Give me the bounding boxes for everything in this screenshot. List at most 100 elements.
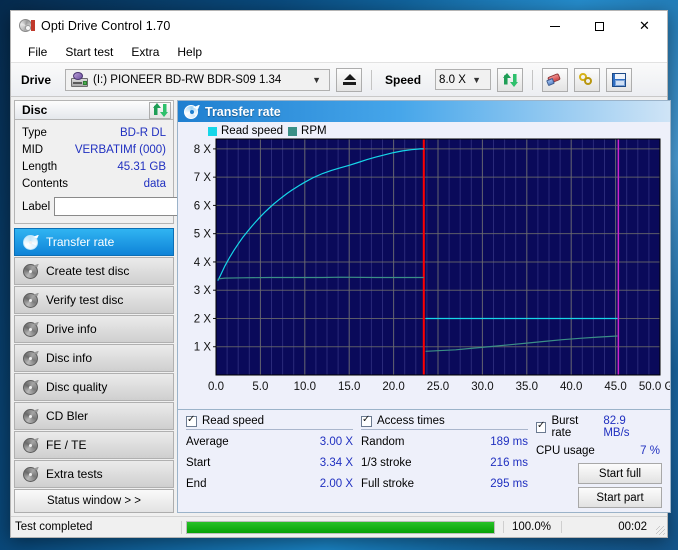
svg-text:30.0: 30.0	[471, 381, 493, 393]
resize-grip[interactable]	[653, 517, 667, 537]
stat-full-stroke-label: Full stroke	[361, 478, 415, 490]
stat-start: Start 3.34 X	[186, 453, 361, 474]
disc-panel-title: Disc	[22, 103, 48, 117]
sidebar-item-fe-te[interactable]: FE / TE	[14, 431, 174, 459]
menu-item-help[interactable]: Help	[168, 43, 211, 61]
speed-label: Speed	[385, 72, 422, 87]
svg-text:3 X: 3 X	[194, 285, 212, 297]
stat-end-label: End	[186, 478, 207, 490]
save-icon	[612, 72, 627, 87]
progress-bar	[186, 520, 495, 534]
disc-icon	[23, 263, 39, 279]
chevron-down-icon: ▼	[312, 74, 322, 85]
minimize-button[interactable]	[532, 11, 577, 41]
stat-start-label: Start	[186, 457, 211, 469]
read-speed-checkbox[interactable]	[186, 414, 197, 427]
legend-swatch-rpm	[288, 126, 298, 136]
read-speed-checkbox-label: Read speed	[202, 415, 265, 427]
svg-text:15.0: 15.0	[338, 381, 360, 393]
access-times-checkbox-row[interactable]: Access times	[361, 414, 528, 430]
access-times-column: Access times Random 189 ms 1/3 stroke 21…	[361, 414, 536, 508]
read-speed-checkbox-row[interactable]: Read speed	[186, 414, 353, 430]
stat-third-stroke: 1/3 stroke 216 ms	[361, 453, 536, 474]
statistics-panel: Read speed Average 3.00 X Start 3.34 X E…	[178, 409, 670, 512]
erase-icon	[546, 72, 563, 87]
sidebar-item-label: Transfer rate	[46, 235, 115, 249]
stat-cpu-usage: CPU usage 7 %	[536, 441, 662, 462]
chevron-down-icon: ▼	[472, 74, 482, 85]
close-button[interactable]: ✕	[622, 11, 667, 41]
access-times-checkbox[interactable]	[361, 414, 372, 427]
burst-rate-checkbox-row[interactable]: Burst rate 82.9 MB/s	[536, 415, 654, 441]
refresh-drive-button[interactable]	[497, 67, 524, 92]
chain-icon	[579, 72, 595, 87]
menu-item-start-test[interactable]: Start test	[56, 43, 122, 61]
disc-mid-label: MID	[22, 144, 44, 156]
burst-rate-value: 82.9 MB/s	[603, 415, 630, 439]
window-title: Opti Drive Control 1.70	[41, 19, 171, 33]
sidebar-item-create-test-disc[interactable]: Create test disc	[14, 257, 174, 285]
refresh-icon	[502, 72, 518, 87]
sidebar-item-extra-tests[interactable]: Extra tests	[14, 460, 174, 488]
sidebar-item-transfer-rate[interactable]: Transfer rate	[14, 228, 174, 256]
svg-text:1 X: 1 X	[194, 342, 212, 354]
svg-text:35.0: 35.0	[516, 381, 538, 393]
sidebar-item-cd-bler[interactable]: CD Bler	[14, 402, 174, 430]
speed-select-value: 8.0 X	[439, 73, 466, 86]
svg-text:5 X: 5 X	[194, 229, 212, 241]
disc-contents-label: Contents	[22, 178, 69, 190]
eject-button[interactable]	[336, 67, 363, 92]
speed-select[interactable]: 8.0 X ▼	[435, 69, 492, 90]
toolbar: Drive (I:) PIONEER BD-RW BDR-S09 1.34 ▼ …	[11, 63, 667, 97]
disc-type-label: Type	[22, 127, 47, 139]
application-window: Opti Drive Control 1.70 ✕ File Start tes…	[10, 10, 671, 538]
disc-icon	[23, 437, 39, 453]
svg-text:45.0: 45.0	[604, 381, 626, 393]
svg-text:0.0: 0.0	[208, 381, 224, 393]
disc-row-type: Type BD-R DL	[22, 125, 166, 142]
maximize-button[interactable]	[577, 11, 622, 41]
burst-rate-column: Burst rate 82.9 MB/s CPU usage 7 % Start…	[536, 415, 662, 508]
erase-disc-button[interactable]	[542, 67, 569, 92]
chart-legend: Read speed RPM	[208, 125, 327, 137]
access-times-checkbox-label: Access times	[377, 415, 445, 427]
disc-icon	[23, 292, 39, 308]
menu-bar: File Start test Extra Help	[11, 41, 667, 63]
legend-rpm: RPM	[288, 125, 327, 137]
sidebar-item-label: Drive info	[46, 322, 97, 336]
sidebar-item-verify-test-disc[interactable]: Verify test disc	[14, 286, 174, 314]
sidebar-item-disc-info[interactable]: Disc info	[14, 344, 174, 372]
panel-header: Transfer rate	[178, 101, 670, 122]
start-part-button[interactable]: Start part	[578, 487, 662, 508]
transfer-rate-chart: Read speed RPM 1 X 2 X 3 X 4 X 5 X 6 X 7 X 8 X 0…	[178, 122, 670, 409]
stat-random-value: 189 ms	[490, 436, 528, 448]
sidebar: Disc Type BD-R DL MID VERBATIMf (000) Le…	[14, 100, 258, 513]
disc-refresh-button[interactable]	[149, 101, 171, 119]
legend-swatch-read-speed	[208, 126, 217, 136]
stat-start-value: 3.34 X	[319, 457, 353, 469]
transfer-rate-panel: Transfer rate Read speed RPM 1 X 2 X 3 X 4 …	[177, 100, 671, 513]
sidebar-item-disc-quality[interactable]: Disc quality	[14, 373, 174, 401]
sidebar-item-drive-info[interactable]: Drive info	[14, 315, 174, 343]
start-full-button[interactable]: Start full	[578, 463, 662, 484]
toolbar-divider-1	[371, 69, 373, 90]
burst-rate-checkbox[interactable]	[536, 420, 547, 433]
svg-text:5.0: 5.0	[252, 381, 268, 393]
menu-item-file[interactable]: File	[19, 43, 56, 61]
disc-icon	[23, 466, 39, 482]
save-button[interactable]	[606, 67, 633, 92]
optical-disc-icon	[19, 18, 35, 34]
svg-text:50.0 GB: 50.0 GB	[639, 381, 670, 393]
drive-icon	[71, 72, 89, 87]
bookmark-button[interactable]	[574, 67, 601, 92]
status-bar: Test completed 100.0% 00:02	[11, 516, 667, 537]
status-window-button[interactable]: Status window > >	[14, 489, 174, 513]
legend-label-read-speed: Read speed	[221, 125, 284, 137]
drive-select[interactable]: (I:) PIONEER BD-RW BDR-S09 1.34 ▼	[65, 68, 331, 91]
menu-item-extra[interactable]: Extra	[122, 43, 168, 61]
svg-text:2 X: 2 X	[194, 313, 212, 325]
maximize-icon	[595, 21, 604, 31]
stat-average-label: Average	[186, 436, 229, 448]
stat-average: Average 3.00 X	[186, 432, 361, 453]
sidebar-item-label: Disc quality	[46, 380, 108, 394]
